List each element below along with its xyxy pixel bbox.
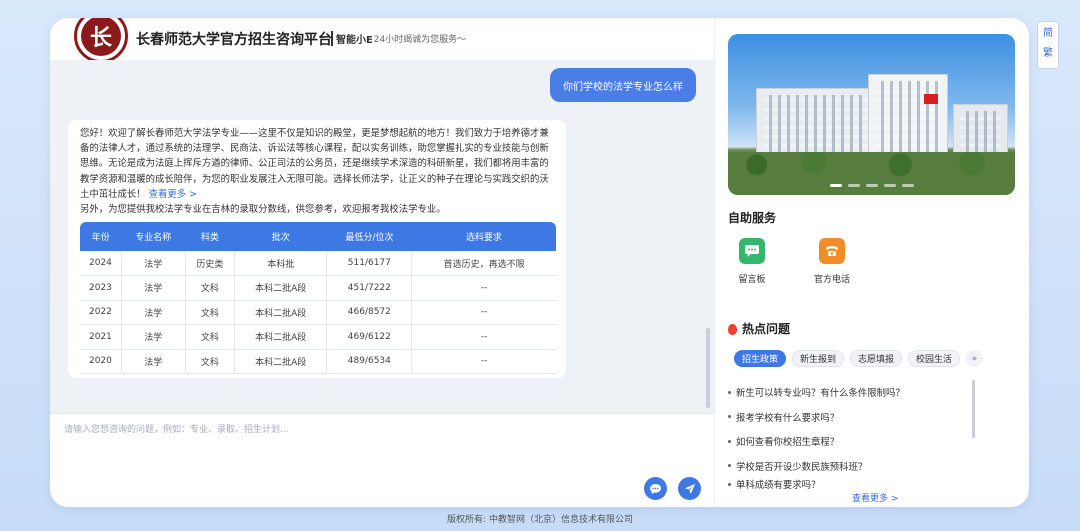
logo-mark: 长 — [81, 18, 121, 56]
table-cell: 469/6122 — [326, 324, 413, 350]
university-logo: 长 — [74, 18, 128, 63]
question-item[interactable]: 学校是否开设少数民族预科班？ — [728, 454, 1018, 479]
table-cell: 511/6177 — [326, 251, 413, 277]
input-area — [50, 413, 714, 507]
table-cell: 本科二批A段 — [234, 300, 328, 326]
table-cell: 489/6534 — [326, 349, 413, 375]
tag-enrollment[interactable]: 新生报到 — [792, 350, 845, 367]
traditional-option[interactable]: 繁 — [1038, 44, 1058, 64]
table-row: 2022 法学 文科 本科二批A段 466/8572 -- — [80, 300, 556, 326]
table-header-cell: 批次 — [234, 222, 327, 252]
table-cell: 文科 — [185, 300, 236, 326]
chat-bubble-button[interactable] — [644, 477, 667, 500]
carousel-dots[interactable] — [728, 184, 1015, 187]
table-cell: 本科批 — [234, 251, 328, 277]
table-cell: 首选历史，再选不限 — [411, 251, 556, 277]
score-table: 年份 专业名称 科类 批次 最低分/位次 选科要求 2024 法学 历史类 本科批 511/617… — [80, 222, 556, 375]
table-row: 2021 法学 文科 本科二批A段 469/6122 -- — [80, 324, 556, 350]
table-cell: 文科 — [185, 349, 236, 375]
tag-campus-life[interactable]: 校园生活 — [908, 350, 961, 367]
table-header-cell: 选科要求 — [411, 222, 556, 252]
table-row: 2024 法学 历史类 本科批 511/6177 首选历史，再选不限 — [80, 251, 556, 277]
message-board-button[interactable]: 留言板 — [722, 238, 782, 285]
table-cell: 本科二批A段 — [234, 275, 328, 301]
phone-icon — [819, 238, 845, 264]
table-row: 2020 法学 文科 本科二批A段 489/6534 -- — [80, 349, 556, 375]
questions-scrollbar[interactable] — [972, 380, 975, 438]
table-cell: 历史类 — [185, 251, 236, 277]
table-header-row: 年份 专业名称 科类 批次 最低分/位次 选科要求 — [80, 222, 556, 252]
page-title: 长春师范大学官方招生咨询平台 — [136, 32, 332, 48]
header: 长 长春师范大学官方招生咨询平台 智能小E · 24小时竭诚为您服务～ — [50, 18, 714, 63]
table-cell: 466/8572 — [326, 300, 413, 326]
table-row: 2023 法学 文科 本科二批A段 451/7222 -- — [80, 275, 556, 301]
question-item[interactable]: 单科成绩有要求吗？ — [728, 478, 1018, 490]
table-cell: 451/7222 — [326, 275, 413, 301]
table-cell: 2020 — [80, 349, 122, 375]
app-window: 长 长春师范大学官方招生咨询平台 智能小E · 24小时竭诚为您服务～ 你们学校… — [50, 18, 1029, 507]
table-cell: 法学 — [121, 275, 186, 301]
simplified-option[interactable]: 简 — [1038, 24, 1058, 44]
bot-reply-text: 您好！欢迎了解长春师范大学法学专业——这里不仅是知识的殿堂，更是梦想起航的地方！… — [80, 128, 549, 216]
table-header-cell: 年份 — [80, 222, 122, 252]
right-panel: 自助服务 留言板 官方电话 热点问题 招生政策 新生报到 志愿填报 校园生活 »… — [714, 18, 1029, 507]
chat-bubble-icon — [650, 483, 661, 494]
chat-area[interactable]: 你们学校的法学专业怎么样 您好！欢迎了解长春师范大学法学专业——这里不仅是知识的… — [50, 60, 714, 413]
table-cell: 2024 — [80, 251, 122, 277]
brand-label: 智能小E — [331, 31, 373, 46]
more-questions-link[interactable]: 查看更多 > — [852, 491, 898, 504]
fire-icon — [728, 324, 737, 335]
table-header-cell: 最低分/位次 — [326, 222, 412, 252]
send-icon — [684, 483, 695, 494]
self-service-title: 自助服务 — [728, 211, 777, 225]
table-header-cell: 专业名称 — [121, 222, 186, 252]
table-cell: -- — [411, 349, 556, 375]
user-message-bubble: 你们学校的法学专业怎么样 — [550, 68, 696, 102]
flag — [924, 94, 938, 104]
slogan: · 24小时竭诚为您服务～ — [368, 35, 467, 45]
bot-message-bubble: 您好！欢迎了解长春师范大学法学专业——这里不仅是知识的殿堂，更是梦想起航的地方！… — [68, 120, 566, 378]
table-cell: 法学 — [121, 349, 186, 375]
table-cell: 法学 — [121, 300, 186, 326]
table-cell: 2022 — [80, 300, 122, 326]
table-cell: 文科 — [185, 324, 236, 350]
table-cell: 2021 — [80, 324, 122, 350]
table-cell: -- — [411, 300, 556, 326]
table-cell: 文科 — [185, 275, 236, 301]
table-cell: 法学 — [121, 251, 186, 277]
question-tags: 招生政策 新生报到 志愿填报 校园生活 » — [734, 350, 1024, 367]
question-input[interactable] — [64, 420, 684, 440]
official-phone-button[interactable]: 官方电话 — [802, 238, 862, 285]
language-toggle[interactable]: 简 繁 — [1037, 21, 1059, 69]
campus-banner-image[interactable] — [728, 34, 1015, 195]
tag-admission-policy[interactable]: 招生政策 — [734, 350, 787, 367]
tag-application[interactable]: 志愿填报 — [850, 350, 903, 367]
footer-copyright: 版权所有: 中教智网（北京）信息技术有限公司 — [447, 515, 633, 525]
table-cell: 法学 — [121, 324, 186, 350]
read-more-link[interactable]: 查看更多 > — [149, 189, 197, 200]
send-button[interactable] — [678, 477, 701, 500]
chat-scrollbar[interactable] — [706, 328, 710, 408]
table-cell: 2023 — [80, 275, 122, 301]
table-cell: 本科二批A段 — [234, 349, 328, 375]
table-cell: -- — [411, 324, 556, 350]
table-cell: -- — [411, 275, 556, 301]
table-cell: 本科二批A段 — [234, 324, 328, 350]
tags-next-icon[interactable]: » — [966, 350, 984, 367]
hot-questions-title: 热点问题 — [742, 322, 791, 336]
table-header-cell: 科类 — [185, 222, 235, 252]
message-board-icon — [739, 238, 765, 264]
